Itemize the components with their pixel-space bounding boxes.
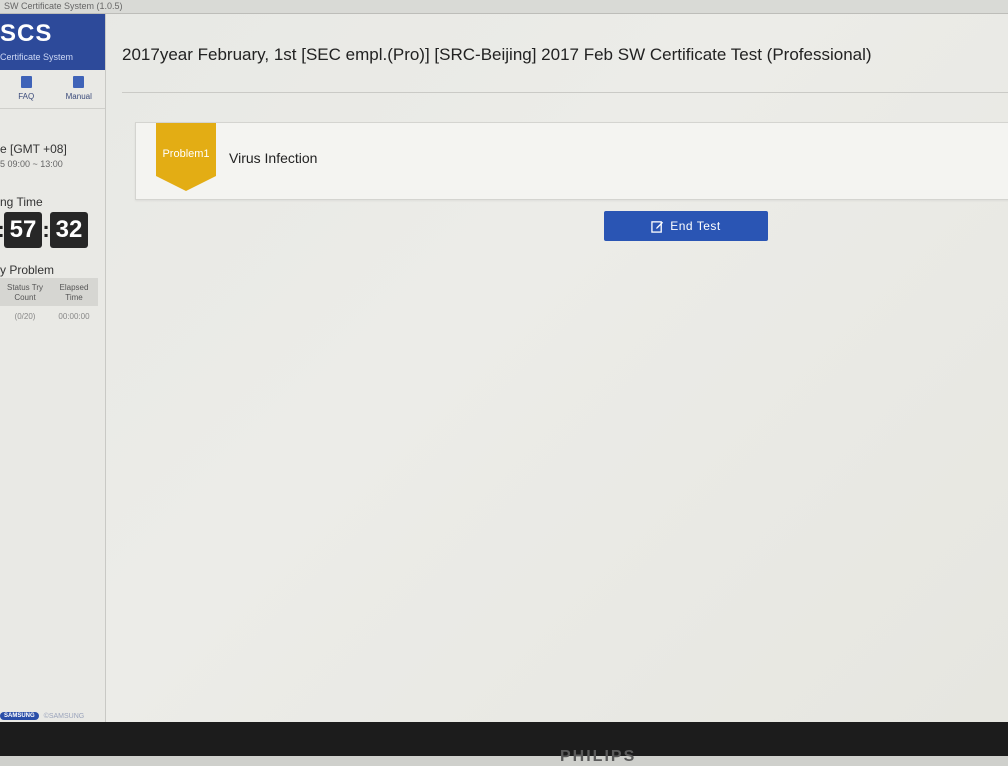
end-test-button[interactable]: End Test	[604, 211, 768, 241]
timer-colon: :	[0, 217, 5, 243]
faq-link[interactable]: FAQ	[0, 70, 53, 108]
manual-label: Manual	[65, 92, 92, 101]
brand-logo: SCS	[0, 20, 53, 47]
test-time-label: e [GMT +08]	[0, 142, 67, 156]
edit-icon	[651, 220, 664, 233]
faq-label: FAQ	[18, 92, 35, 101]
samsung-footer-logo: SAMSUNG ©SAMSUNG	[0, 712, 84, 720]
faq-icon	[20, 76, 32, 88]
timer-minutes: 57	[4, 212, 42, 248]
samsung-logo: SAMSUNG	[0, 712, 39, 720]
problem-table-header: Status Try Count Elapsed Time	[0, 278, 98, 306]
screen: SW Certificate System (1.0.5) SCS Certif…	[0, 0, 1008, 722]
monitor-bezel	[0, 722, 1008, 756]
remaining-timer: : 57 : 32	[0, 212, 88, 248]
test-time-block: e [GMT +08] 5 09:00 ~ 13:00	[0, 142, 67, 169]
quicklinks: FAQ Manual	[0, 70, 105, 109]
brand-header[interactable]: SCS Certificate System	[0, 14, 105, 70]
window-titlebar: SW Certificate System (1.0.5)	[0, 0, 1008, 14]
problem-badge-label: Problem1	[162, 148, 210, 160]
problem-section-label: y Problem	[0, 263, 55, 277]
timer-seconds: 32	[50, 212, 88, 248]
remaining-time-label: ng Time	[0, 195, 43, 209]
header-elapsed: Elapsed Time	[59, 283, 89, 302]
problem-card[interactable]: Problem1 Virus Infection	[135, 122, 1008, 200]
row-elapsed: 00:00:00	[58, 312, 90, 321]
problem-table: Status Try Count Elapsed Time (0/20) 00:…	[0, 278, 98, 328]
page-title: 2017year February, 1st [SEC empl.(Pro)] …	[122, 45, 872, 64]
sidebar: SCS Certificate System FAQ Manual e [GMT…	[0, 14, 106, 722]
manual-link[interactable]: Manual	[53, 70, 106, 108]
test-time-range: 5 09:00 ~ 13:00	[0, 159, 63, 169]
problem-badge: Problem1	[156, 123, 216, 191]
monitor-brand: PHILIPS	[560, 748, 637, 765]
timer-colon: :	[42, 217, 50, 242]
end-test-label: End Test	[670, 219, 721, 233]
header-status: Status Try Count	[6, 283, 43, 302]
brand-subtitle: Certificate System	[0, 52, 74, 62]
problem-name[interactable]: Virus Infection	[229, 150, 317, 166]
title-divider	[122, 92, 1008, 93]
samsung-copyright: ©SAMSUNG	[43, 712, 85, 720]
manual-icon	[73, 76, 85, 88]
table-row[interactable]: (0/20) 00:00:00	[0, 306, 98, 328]
row-status: (0/20)	[14, 312, 36, 321]
